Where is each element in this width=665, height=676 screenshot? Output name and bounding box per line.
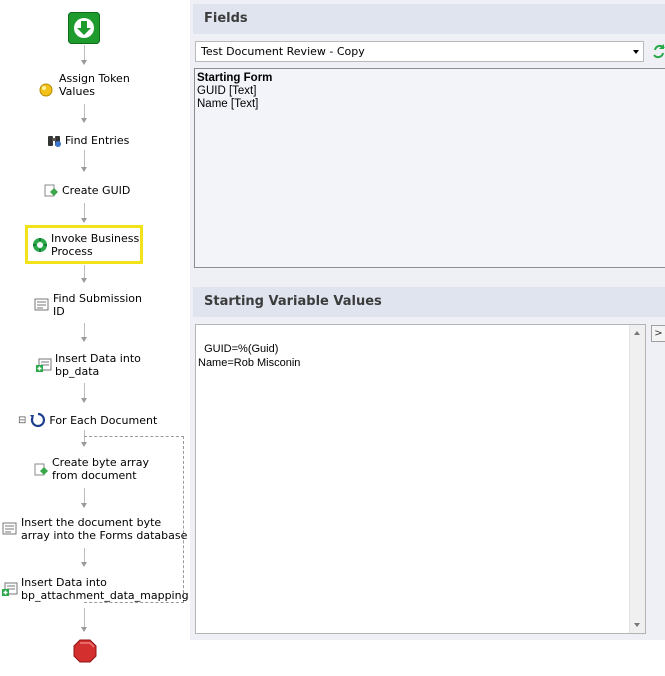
- step-label-line: Insert Data into: [21, 576, 107, 589]
- process-select[interactable]: Test Document Review - Copy: [195, 41, 644, 62]
- workflow-designer: Assign Token Values Find Entries Create …: [0, 0, 190, 676]
- script-diamond-icon: [44, 184, 58, 197]
- step-label-line: array into the Forms database: [21, 529, 188, 542]
- query-icon: [34, 298, 49, 311]
- connector-arrow: [81, 60, 87, 65]
- field-item[interactable]: Name [Text]: [197, 98, 663, 111]
- step-find-entries[interactable]: Find Entries: [46, 132, 129, 148]
- collapse-toggle[interactable]: ⊟: [18, 415, 26, 426]
- stop-octagon-icon: [73, 639, 97, 663]
- field-item[interactable]: GUID [Text]: [197, 85, 663, 98]
- insert-data-icon: [2, 582, 18, 596]
- step-label: For Each Document: [49, 413, 158, 427]
- step-label-line: Insert Data into: [55, 352, 141, 365]
- step-create-byte-array[interactable]: Create byte array from document: [33, 456, 149, 482]
- step-find-submission-id[interactable]: Find Submission ID: [34, 292, 142, 318]
- step-label-line: Insert the document byte: [21, 516, 162, 529]
- fields-header: Fields: [193, 4, 665, 34]
- loop-icon: [30, 412, 46, 428]
- step-label: Create GUID: [62, 183, 131, 197]
- start-arrow-icon: [74, 18, 94, 38]
- step-label-line: ID: [53, 305, 65, 318]
- step-label-line: Values: [59, 85, 95, 98]
- connector-arrow: [81, 167, 87, 172]
- chevron-down-icon: [633, 50, 639, 54]
- starting-variables-header: Starting Variable Values: [193, 287, 665, 317]
- insert-variable-button[interactable]: >: [651, 325, 665, 342]
- connector-arrow: [81, 278, 87, 283]
- fields-list[interactable]: Starting Form GUID [Text] Name [Text]: [194, 68, 665, 268]
- token-coin-icon: [39, 83, 53, 97]
- step-label-line: Invoke Business: [51, 232, 140, 245]
- step-invoke-business-process[interactable]: Invoke Business Process: [32, 232, 139, 258]
- step-label-line: bp_data: [55, 365, 100, 378]
- starting-variables-textarea[interactable]: GUID=%(Guid) Name=Rob Misconin: [195, 324, 646, 634]
- process-select-value: Test Document Review - Copy: [201, 45, 365, 58]
- refresh-icon[interactable]: [653, 42, 665, 60]
- step-create-guid[interactable]: Create GUID: [43, 182, 130, 198]
- step-for-each-document[interactable]: ⊟ For Each Document: [18, 412, 157, 428]
- start-node[interactable]: [68, 12, 100, 44]
- step-insert-data-bp-data[interactable]: Insert Data into bp_data: [36, 352, 141, 378]
- step-label: Find Entries: [65, 133, 130, 147]
- step-label-line: Process: [51, 245, 93, 258]
- insert-data-icon: [36, 358, 52, 372]
- starting-variables-text: GUID=%(Guid) Name=Rob Misconin: [198, 343, 301, 369]
- step-insert-document-byte-array[interactable]: Insert the document byte array into the …: [2, 516, 187, 542]
- gear-invoke-icon: [33, 238, 47, 252]
- step-label-line: Create byte array: [52, 456, 149, 469]
- vertical-scrollbar[interactable]: [629, 325, 645, 633]
- connector-arrow: [81, 118, 87, 123]
- scroll-up-icon[interactable]: [634, 331, 640, 335]
- step-label-line: Find Submission: [53, 292, 142, 305]
- connector-arrow: [81, 337, 87, 342]
- stop-node[interactable]: [73, 639, 97, 663]
- script-diamond-icon: [34, 463, 48, 476]
- connector-arrow: [81, 627, 87, 632]
- scroll-down-icon[interactable]: [634, 623, 640, 627]
- connector-arrow: [81, 218, 87, 223]
- step-label-line: Assign Token: [59, 72, 130, 85]
- form-heading: Starting Form: [197, 72, 273, 84]
- step-label-line: bp_attachment_data_mapping: [21, 589, 189, 602]
- step-label-line: from document: [52, 469, 137, 482]
- step-assign-token-values[interactable]: Assign Token Values: [38, 72, 130, 98]
- query-icon: [2, 522, 17, 535]
- step-insert-attachment-mapping[interactable]: Insert Data into bp_attachment_data_mapp…: [2, 576, 189, 602]
- connector-arrow: [81, 398, 87, 403]
- binoculars-icon: [48, 136, 61, 147]
